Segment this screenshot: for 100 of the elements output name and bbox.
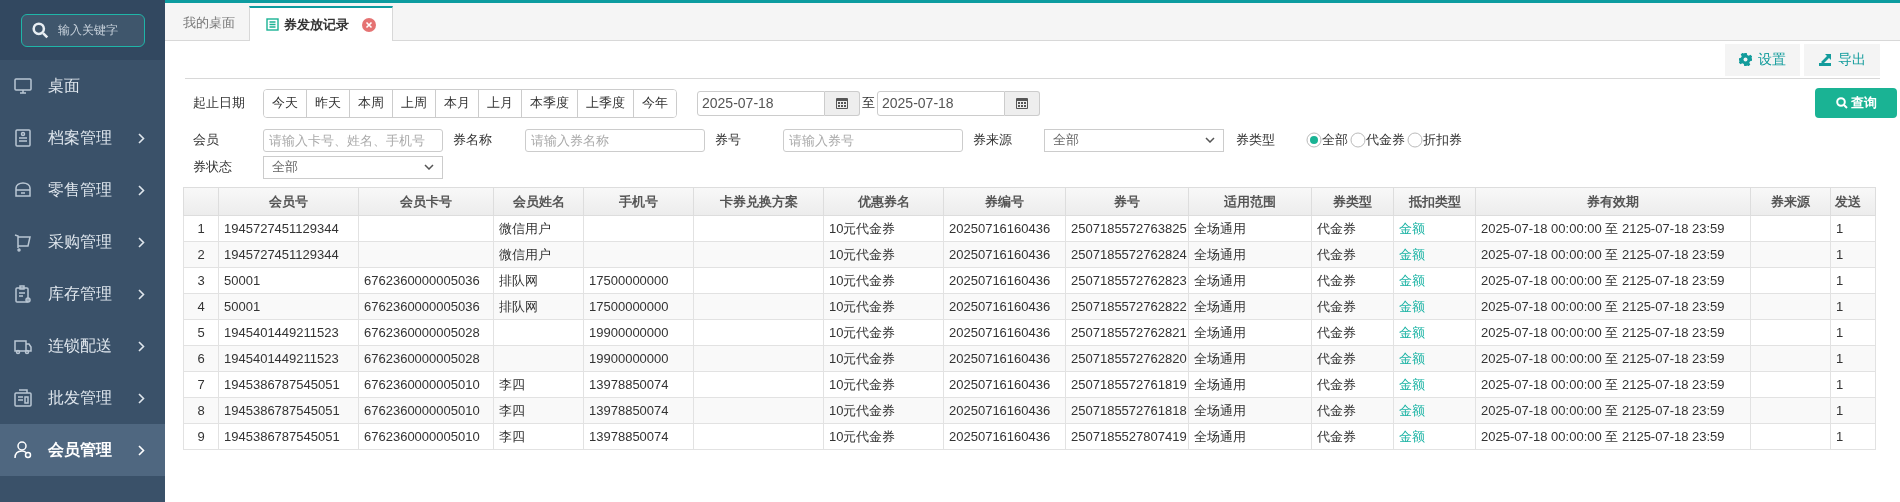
- column-header: 会员号: [218, 187, 359, 216]
- search-icon: [31, 21, 49, 39]
- table-cell: 10元代金券: [823, 241, 944, 268]
- calendar-button[interactable]: [825, 90, 860, 116]
- table-cell: 1: [1830, 241, 1876, 268]
- table-cell: 全场通用: [1188, 397, 1312, 424]
- table-cell: 李四: [493, 423, 584, 450]
- table-cell: 1: [1830, 423, 1876, 450]
- column-header: 发送: [1830, 187, 1876, 216]
- user-icon: [13, 440, 33, 460]
- table-cell: 全场通用: [1188, 319, 1312, 346]
- table-cell: 全场通用: [1188, 293, 1312, 320]
- table-cell: 全场通用: [1188, 371, 1312, 398]
- table-cell: 2507185572763825: [1065, 215, 1189, 242]
- cart-icon: [13, 232, 33, 252]
- row-number: 3: [183, 267, 219, 294]
- list-icon: [266, 18, 279, 31]
- table-cell: 20250716160436: [943, 345, 1066, 372]
- table-cell: 20250716160436: [943, 267, 1066, 294]
- table-cell: 金额: [1393, 241, 1476, 268]
- table-cell: 金额: [1393, 345, 1476, 372]
- sidebar-item[interactable]: 库存管理: [0, 268, 165, 320]
- sidebar-item[interactable]: 批发管理: [0, 372, 165, 424]
- sidebar-item[interactable]: 采购管理: [0, 216, 165, 268]
- table-cell: 10元代金券: [823, 371, 944, 398]
- sidebar-item[interactable]: 会员管理: [0, 424, 165, 476]
- sidebar-item[interactable]: 连锁配送: [0, 320, 165, 372]
- table-cell: 13978850074: [583, 397, 694, 424]
- table-cell: 2507185527807419: [1065, 423, 1189, 450]
- table-cell: 1945727451129344: [218, 215, 359, 242]
- table-cell: 代金券: [1311, 397, 1394, 424]
- radio-option[interactable]: 全部: [1306, 130, 1348, 150]
- table-cell: 10元代金券: [823, 423, 944, 450]
- column-header: 券有效期: [1475, 187, 1751, 216]
- row-number: 6: [183, 345, 219, 372]
- radio-option[interactable]: 折扣券: [1407, 130, 1462, 150]
- table-cell: 全场通用: [1188, 423, 1312, 450]
- chevron-down-icon: [424, 164, 434, 170]
- column-header: 抵扣类型: [1393, 187, 1476, 216]
- table-cell: 全场通用: [1188, 267, 1312, 294]
- row-number: 5: [183, 319, 219, 346]
- field-label: 券来源: [973, 131, 1013, 150]
- select-field[interactable]: 全部: [1044, 128, 1224, 152]
- sidebar-item[interactable]: 档案管理: [0, 112, 165, 164]
- tab[interactable]: 我的桌面: [169, 5, 249, 40]
- row-number: 2: [183, 241, 219, 268]
- column-header: 会员卡号: [358, 187, 494, 216]
- tab[interactable]: 券发放记录: [249, 6, 393, 41]
- field-label: 起止日期: [193, 94, 246, 113]
- table-cell: 2025-07-18 00:00:00 至 2125-07-18 23:59: [1475, 241, 1751, 268]
- calendar-icon: [1016, 97, 1028, 109]
- table-cell: 20250716160436: [943, 215, 1066, 242]
- table-cell: 金额: [1393, 267, 1476, 294]
- table-cell: 10元代金券: [823, 293, 944, 320]
- radio-option[interactable]: 代金券: [1350, 130, 1405, 150]
- row-number: 1: [183, 215, 219, 242]
- table-cell: 1: [1830, 215, 1876, 242]
- close-icon[interactable]: [362, 17, 376, 32]
- table-cell: 李四: [493, 371, 584, 398]
- field-label: 券状态: [193, 158, 233, 177]
- table-cell: 10元代金券: [823, 267, 944, 294]
- table-cell: 2507185572762820: [1065, 345, 1189, 372]
- date-separator: 至: [862, 94, 875, 113]
- sidebar-item[interactable]: 零售管理: [0, 164, 165, 216]
- field-label: 会员: [193, 131, 220, 150]
- table-cell: 微信用户: [493, 241, 584, 268]
- gear-icon: [1739, 53, 1752, 66]
- table-cell: 排队网: [493, 267, 584, 294]
- column-header: 手机号: [583, 187, 694, 216]
- row-number: 7: [183, 371, 219, 398]
- column-header: 优惠券名: [823, 187, 944, 216]
- table-cell: 1: [1830, 371, 1876, 398]
- table-cell: 50001: [218, 293, 359, 320]
- table-cell: 2507185572762822: [1065, 293, 1189, 320]
- input-field[interactable]: 请输入卡号、姓名、手机号: [263, 128, 443, 152]
- table-cell: 1945727451129344: [218, 241, 359, 268]
- search-field[interactable]: 输入关键字: [20, 13, 145, 47]
- input-field[interactable]: 请输入券号: [783, 128, 963, 152]
- table-cell: 17500000000: [583, 267, 694, 294]
- date-field[interactable]: 2025-07-18: [697, 90, 825, 116]
- calendar-button[interactable]: [1005, 90, 1040, 116]
- table-cell: 代金券: [1311, 267, 1394, 294]
- table-cell: 2025-07-18 00:00:00 至 2125-07-18 23:59: [1475, 397, 1751, 424]
- table-cell: 10元代金券: [823, 345, 944, 372]
- input-field[interactable]: 请输入券名称: [525, 128, 705, 152]
- sidebar-item[interactable]: 桌面: [0, 60, 165, 112]
- table-cell: 代金券: [1311, 345, 1394, 372]
- row-number: 4: [183, 293, 219, 320]
- table-cell: 代金券: [1311, 423, 1394, 450]
- table-cell: 6762360000005028: [358, 319, 494, 346]
- table-cell: 代金券: [1311, 241, 1394, 268]
- table-cell: 代金券: [1311, 319, 1394, 346]
- calendar-icon: [836, 97, 848, 109]
- select-field[interactable]: 全部: [263, 155, 443, 179]
- table-cell: 1945386787545051: [218, 423, 359, 450]
- monitor-icon: [13, 76, 33, 96]
- table-cell: 6762360000005010: [358, 397, 494, 424]
- date-field[interactable]: 2025-07-18: [877, 90, 1005, 116]
- range-button[interactable]: 今年: [633, 89, 676, 117]
- table-cell: 20250716160436: [943, 423, 1066, 450]
